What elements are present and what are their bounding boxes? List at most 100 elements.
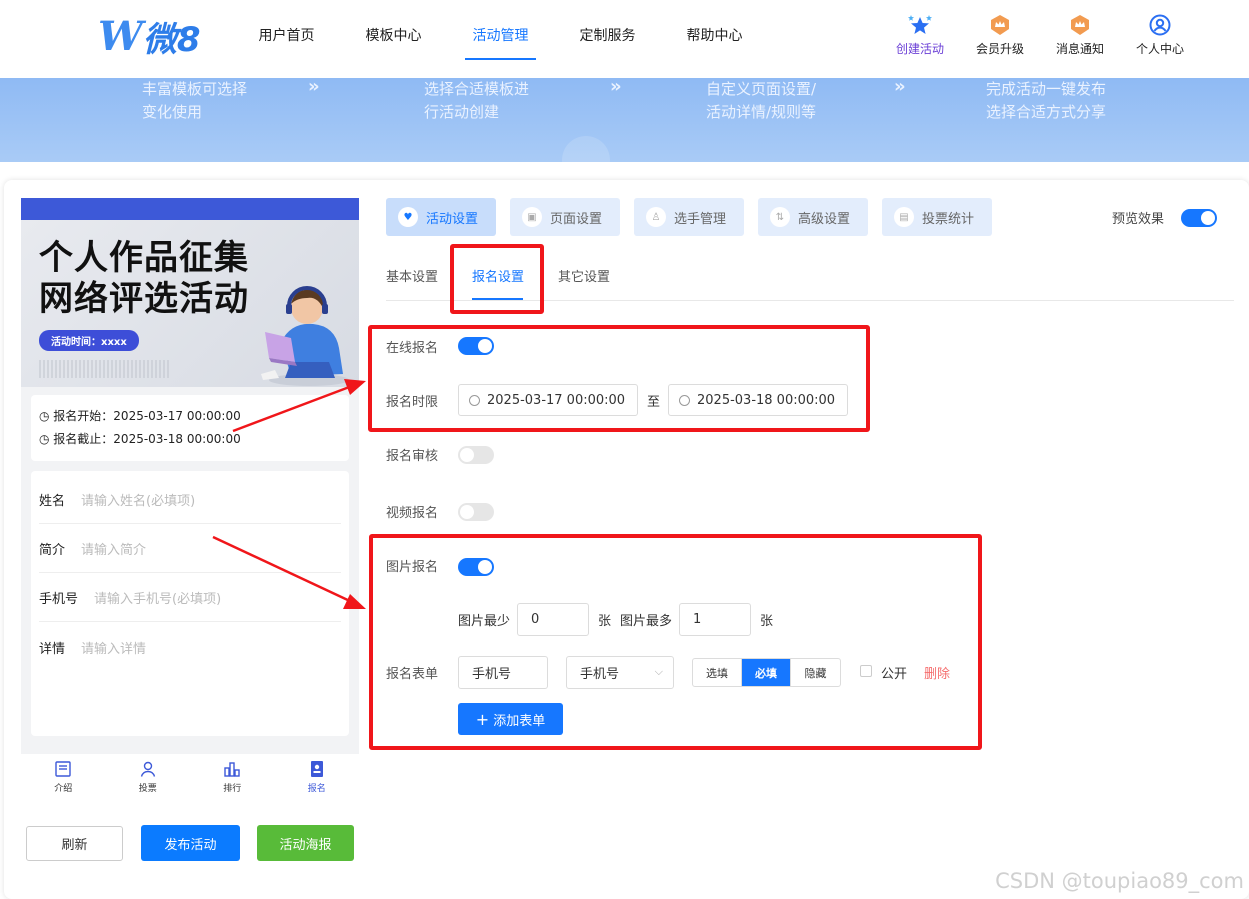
banner-step-text: 完成活动一键发布 — [986, 80, 1107, 98]
tab-page-settings[interactable]: ▣ 页面设置 — [510, 198, 620, 236]
top-navbar: W 微8 用户首页 模板中心 活动管理 定制服务 帮助中心 创建活动 会员升级 … — [0, 0, 1249, 78]
preview-toggle-row: 预览效果 — [1112, 208, 1218, 227]
banner-step-1: 丰富模板可选择 变化使用 — [142, 78, 247, 124]
steps-banner: 丰富模板可选择 变化使用 » 选择合适模板进 行活动创建 » 自定义页面设置/活动详… — [0, 78, 1249, 162]
profile-button[interactable]: 个人中心 — [1120, 14, 1200, 57]
create-activity-button[interactable]: 创建活动 — [880, 14, 960, 57]
main-nav: 用户首页 模板中心 活动管理 定制服务 帮助中心 — [233, 0, 768, 78]
phone-tab-signup[interactable]: 报名 — [275, 754, 360, 800]
signup-period-box: ◷ 报名开始：2025-03-17 00:00:00 ◷ 报名截止：2025-0… — [31, 395, 349, 461]
chart-icon: ▤ — [894, 207, 914, 227]
signup-review-label: 报名审核 — [386, 449, 439, 464]
banner-step-text: 丰富模板可选择 — [142, 80, 248, 98]
form-placeholder: 请输入简介 — [81, 542, 147, 558]
profile-label: 个人中心 — [1135, 42, 1184, 56]
logo-w: W — [98, 12, 143, 60]
banner-step-text: 变化使用 — [142, 103, 203, 121]
message-notify-button[interactable]: 消息通知 — [1040, 14, 1120, 57]
poster-title: 个人作品征集 网络评选活动 — [39, 238, 249, 320]
clock-icon: ◷ — [39, 432, 54, 446]
member-upgrade-button[interactable]: 会员升级 — [960, 14, 1040, 57]
step-arrow-icon: » — [610, 78, 622, 97]
banner-step-2: 选择合适模板进 行活动创建 — [424, 78, 529, 124]
activity-poster-button[interactable]: 活动海报 — [257, 825, 354, 861]
annotation-box-subtab — [450, 244, 544, 314]
form-row-name[interactable]: 姓名 请输入姓名(必填项) — [39, 475, 341, 524]
step-arrow-icon: » — [894, 78, 906, 97]
poster-title-line: 个人作品征集 — [39, 238, 249, 278]
clock-icon: ◷ — [39, 409, 54, 423]
annotation-box-image — [369, 534, 982, 750]
phone-signup-form: 姓名 请输入姓名(必填项) 简介 请输入简介 手机号 请输入手机号(必填项) 详情 请输… — [31, 471, 349, 736]
create-activity-label: 创建活动 — [895, 42, 944, 56]
nav-templates[interactable]: 模板中心 — [340, 0, 447, 78]
form-row-phone[interactable]: 手机号 请输入手机号(必填项) — [39, 573, 341, 622]
form-row-details[interactable]: 详情 请输入详情 — [39, 622, 341, 671]
nav-home[interactable]: 用户首页 — [233, 0, 340, 78]
document-icon — [55, 761, 71, 777]
signup-review-toggle[interactable] — [458, 446, 494, 464]
phone-tab-vote[interactable]: 投票 — [106, 754, 191, 800]
signup-card-icon — [310, 761, 323, 777]
nav-activity-manage[interactable]: 活动管理 — [447, 0, 554, 78]
form-placeholder: 请输入手机号(必填项) — [94, 591, 222, 607]
phone-tab-label: 报名 — [307, 784, 326, 794]
banner-step-4: 完成活动一键发布 选择合适方式分享 — [986, 78, 1106, 124]
poster-title-line: 网络评选活动 — [39, 279, 249, 319]
nav-custom-service[interactable]: 定制服务 — [554, 0, 661, 78]
publish-activity-button[interactable]: 发布活动 — [141, 825, 240, 861]
tab-advanced-settings[interactable]: ⇅ 高级设置 — [758, 198, 868, 236]
crown-badge-icon — [1040, 14, 1120, 36]
video-signup-label: 视频报名 — [386, 506, 439, 521]
signup-start-row: ◷ 报名开始：2025-03-17 00:00:00 — [39, 405, 341, 428]
refresh-button[interactable]: 刷新 — [26, 826, 123, 861]
phone-tab-label: 介绍 — [54, 784, 73, 794]
form-placeholder: 请输入详情 — [81, 642, 147, 657]
phone-tab-label: 投票 — [138, 784, 157, 794]
subtab-other[interactable]: 其它设置 — [558, 266, 610, 285]
logo-text: 微8 — [142, 19, 201, 60]
tab-label: 高级设置 — [798, 211, 851, 227]
member-upgrade-label: 会员升级 — [975, 42, 1024, 56]
banner-step-text: 行活动创建 — [424, 103, 500, 121]
phone-preview: 个人作品征集 网络评选活动 活动时间：xxxx ◷ 报名开始：2025-03-1… — [21, 198, 359, 754]
phone-hero-poster: 个人作品征集 网络评选活动 活动时间：xxxx — [21, 220, 359, 387]
phone-tab-intro[interactable]: 介绍 — [21, 754, 106, 800]
subtab-basic[interactable]: 基本设置 — [386, 266, 438, 285]
form-row-intro[interactable]: 简介 请输入简介 — [39, 524, 341, 573]
phone-tab-label: 排行 — [223, 784, 242, 794]
tab-activity-settings[interactable]: ♥ 活动设置 — [386, 198, 496, 236]
phone-bottom-nav: 介绍 投票 排行 报名 — [21, 754, 359, 800]
stars-icon — [880, 14, 960, 36]
watermark: CSDN @toupiao89_com — [995, 869, 1244, 893]
signup-end-text: 报名截止：2025-03-18 00:00:00 — [53, 432, 241, 446]
preview-toggle[interactable] — [1181, 208, 1218, 227]
tab-label: 活动设置 — [426, 211, 479, 227]
site-logo[interactable]: W 微8 — [98, 12, 201, 60]
nav-help[interactable]: 帮助中心 — [661, 0, 768, 78]
preview-label: 预览效果 — [1112, 212, 1165, 227]
signup-end-row: ◷ 报名截止：2025-03-18 00:00:00 — [39, 428, 341, 451]
tab-player-manage[interactable]: ♙ 选手管理 — [634, 198, 744, 236]
right-nav: 创建活动 会员升级 消息通知 个人中心 — [880, 14, 1200, 57]
annotation-box-online — [368, 325, 870, 432]
settings-tabs: ♥ 活动设置 ▣ 页面设置 ♙ 选手管理 ⇅ 高级设置 ▤ 投票统计 — [386, 198, 1006, 236]
signup-start-text: 报名开始：2025-03-17 00:00:00 — [53, 409, 241, 423]
banner-step-text: 活动详情/规则等 — [706, 103, 817, 121]
banner-step-text: 选择合适模板进 — [424, 80, 530, 98]
ranking-bars-icon — [224, 762, 240, 777]
banner-decoration — [562, 136, 610, 162]
user-circle-icon — [1120, 14, 1200, 36]
phone-tab-rank[interactable]: 排行 — [190, 754, 275, 800]
tab-vote-stats[interactable]: ▤ 投票统计 — [882, 198, 992, 236]
video-signup-toggle[interactable] — [458, 503, 494, 521]
person-icon: ♙ — [646, 207, 666, 227]
phone-top-bar — [21, 198, 359, 220]
person-icon — [140, 761, 155, 777]
poster-dots-decoration — [39, 360, 169, 378]
form-label: 姓名 — [39, 493, 66, 509]
form-label: 简介 — [39, 542, 66, 558]
form-placeholder: 请输入姓名(必填项) — [81, 493, 196, 509]
tab-label: 选手管理 — [674, 211, 727, 227]
message-notify-label: 消息通知 — [1055, 42, 1104, 56]
